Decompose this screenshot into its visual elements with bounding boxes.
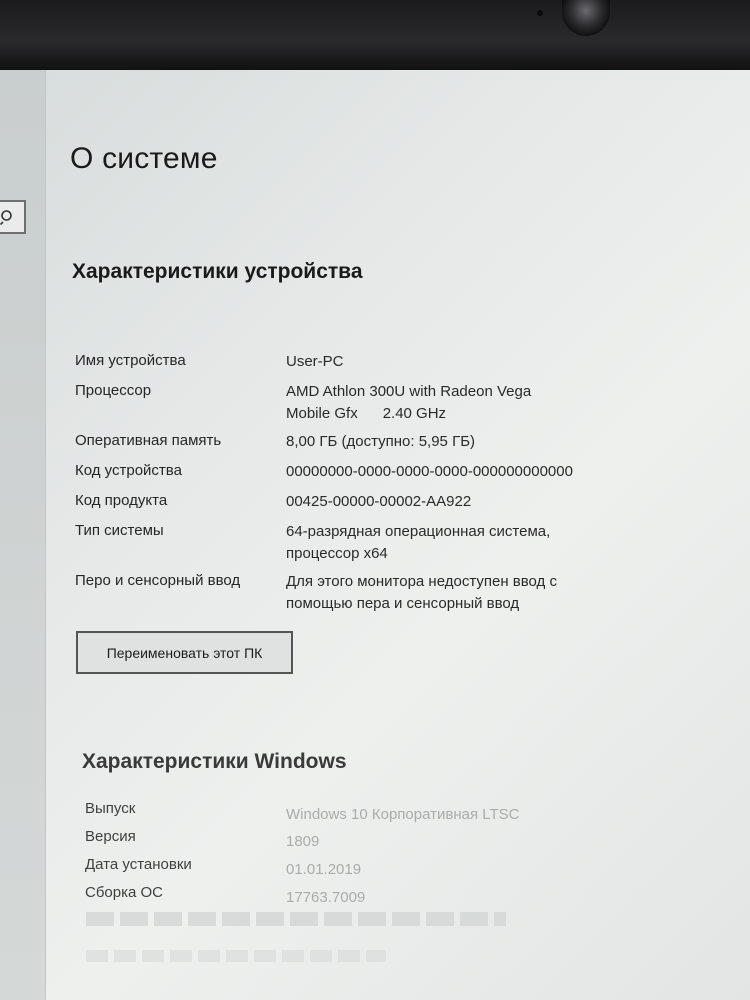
search-button[interactable] [0, 200, 26, 234]
spec-value-processor-line1: AMD Athlon 300U with Radeon Vega [286, 383, 532, 400]
spec-value-product-id: 00425-00000-00002-AA922 [286, 493, 472, 510]
faded-text-line [86, 950, 386, 962]
webcam [562, 0, 610, 36]
win-value-os-build: 17763.7009 [286, 889, 366, 906]
settings-nav-pane [0, 70, 46, 1000]
spec-value-processor-line2: Mobile Gfx 2.40 GHz [286, 405, 447, 422]
win-value-version: 1809 [286, 833, 320, 850]
page-title: О системе [70, 142, 218, 175]
spec-value-system-type: 64-разрядная операционная система, проце… [286, 521, 646, 565]
spec-value-pen-touch-line1: Для этого монитора недоступен ввод с [286, 573, 557, 590]
spec-label-device-id: Код устройства [75, 462, 182, 479]
spec-label-pen-touch: Перо и сенсорный ввод [75, 572, 241, 589]
spec-value-pen-touch-line2: помощью пера и сенсорный ввод [286, 595, 520, 612]
sensor-dot [537, 10, 543, 16]
win-value-install-date: 01.01.2019 [286, 861, 362, 878]
win-label-edition: Выпуск [85, 800, 136, 817]
rename-pc-button[interactable]: Переименовать этот ПК [76, 631, 293, 674]
spec-label-product-id: Код продукта [75, 492, 168, 509]
settings-window: О системе Характеристики устройства Имя … [0, 70, 750, 1000]
spec-value-pen-touch: Для этого монитора недоступен ввод с пом… [286, 571, 646, 615]
spec-label-device-name: Имя устройства [75, 352, 186, 369]
spec-value-system-type-line2: процессор x64 [286, 545, 388, 562]
win-value-edition: Windows 10 Корпоративная LTSC [286, 806, 520, 823]
win-label-version: Версия [85, 828, 136, 845]
spec-label-system-type: Тип системы [75, 522, 164, 539]
spec-value-device-id: 00000000-0000-0000-0000-000000000000 [286, 463, 573, 480]
laptop-bezel [0, 0, 750, 70]
spec-label-ram: Оперативная память [75, 432, 222, 449]
win-label-os-build: Сборка ОС [85, 884, 164, 901]
spec-value-system-type-line1: 64-разрядная операционная система, [286, 523, 551, 540]
spec-value-processor: AMD Athlon 300U with Radeon Vega Mobile … [286, 381, 646, 425]
windows-specs-title: Характеристики Windows [82, 750, 347, 773]
spec-value-device-name: User-PC [286, 353, 344, 370]
spec-label-processor: Процессор [75, 382, 152, 399]
search-icon [0, 210, 12, 225]
win-label-install-date: Дата установки [85, 856, 192, 873]
spec-value-ram: 8,00 ГБ (доступно: 5,95 ГБ) [286, 433, 476, 450]
device-specs-title: Характеристики устройства [72, 260, 363, 283]
faded-text-line [86, 912, 506, 926]
